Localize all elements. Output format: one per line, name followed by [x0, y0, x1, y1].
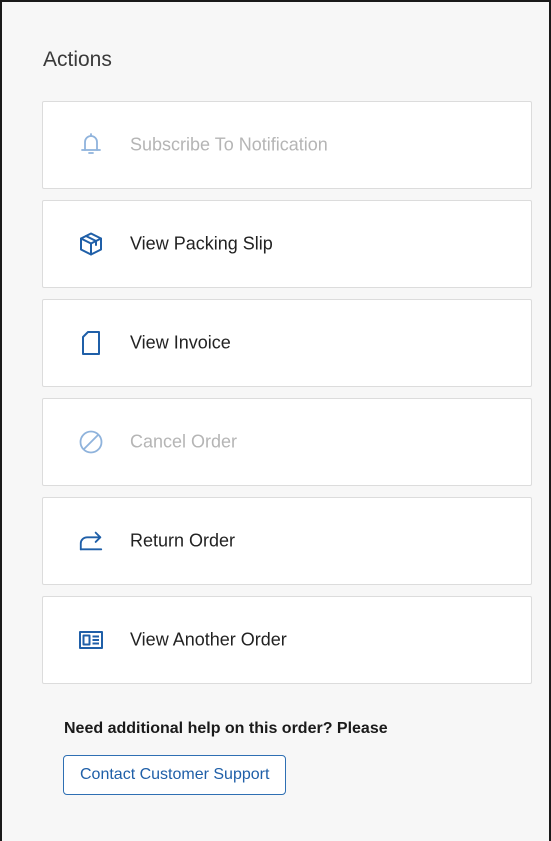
order-card-icon [78, 627, 104, 653]
panel-title: Actions [43, 48, 112, 71]
actions-panel: Actions Subscribe To Notification View P… [0, 0, 551, 841]
return-order-button[interactable]: Return Order [42, 497, 532, 585]
action-label: Subscribe To Notification [130, 134, 328, 155]
cancel-icon [78, 429, 104, 455]
document-icon [78, 330, 104, 356]
action-label: View Packing Slip [130, 233, 273, 254]
bell-icon [78, 132, 104, 158]
return-arrow-icon [78, 528, 104, 554]
action-label: View Another Order [130, 629, 287, 650]
view-another-order-button[interactable]: View Another Order [42, 596, 532, 684]
cancel-order-button[interactable]: Cancel Order [42, 398, 532, 486]
actions-list: Subscribe To Notification View Packing S… [42, 101, 532, 695]
action-label: View Invoice [130, 332, 231, 353]
subscribe-notification-button[interactable]: Subscribe To Notification [42, 101, 532, 189]
view-packing-slip-button[interactable]: View Packing Slip [42, 200, 532, 288]
package-icon [78, 231, 104, 257]
help-text: Need additional help on this order? Plea… [64, 720, 388, 737]
action-label: Cancel Order [130, 431, 238, 452]
contact-customer-support-button[interactable]: Contact Customer Support [63, 755, 287, 795]
view-invoice-button[interactable]: View Invoice [42, 299, 532, 387]
action-label: Return Order [130, 530, 236, 551]
